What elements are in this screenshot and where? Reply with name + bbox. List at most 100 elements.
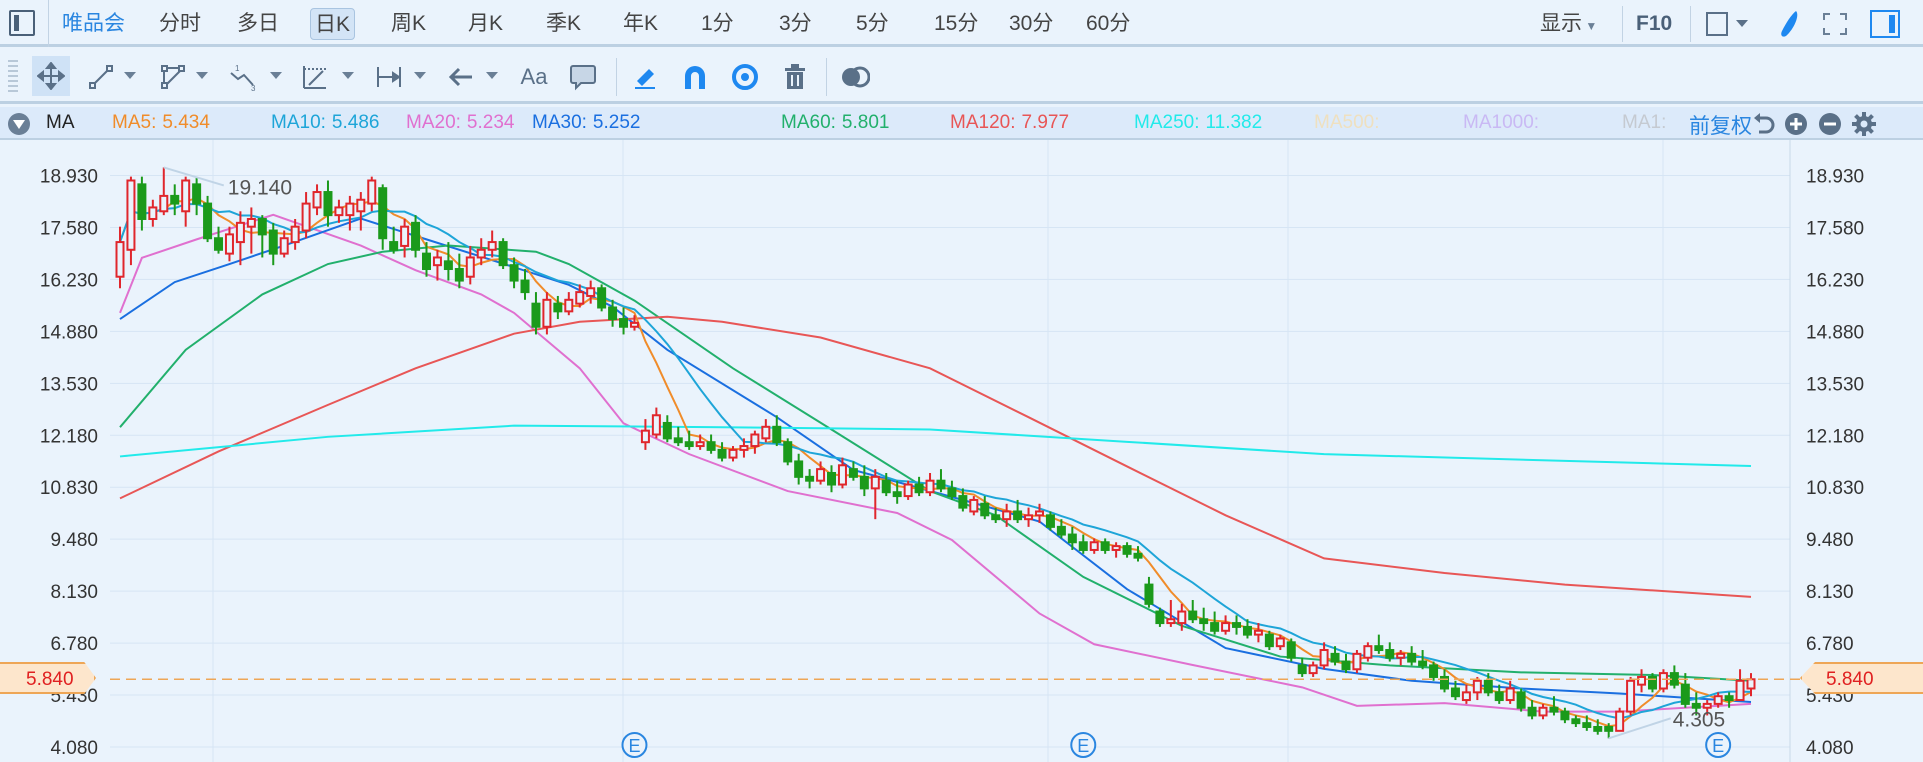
display-menu-button[interactable]: 显示 ▼ bbox=[1536, 8, 1601, 40]
candle-body bbox=[345, 202, 355, 217]
side-panel-toggle-icon[interactable] bbox=[1870, 10, 1900, 38]
ma-legend-item[interactable]: MA1: bbox=[1622, 112, 1672, 134]
candle-body bbox=[958, 495, 968, 509]
ma-legend-item[interactable]: MA30: 5.252 bbox=[532, 112, 640, 134]
settings-gear-icon[interactable] bbox=[1852, 112, 1876, 136]
layout-square-icon[interactable] bbox=[1706, 12, 1728, 36]
chevron-down-icon[interactable] bbox=[342, 72, 354, 79]
period-tab[interactable]: 日K bbox=[310, 8, 356, 40]
candle-body bbox=[1056, 525, 1066, 536]
toolbar-grip-icon[interactable] bbox=[8, 60, 18, 94]
line-tool-icon[interactable] bbox=[86, 62, 116, 92]
candle-body bbox=[1494, 691, 1504, 702]
text-tool-icon[interactable]: Aa bbox=[516, 62, 552, 92]
period-tab[interactable]: 季K bbox=[542, 8, 585, 40]
current-price-tag-left: 5.840 bbox=[0, 662, 96, 694]
candle-body bbox=[224, 233, 234, 255]
magnet-icon[interactable] bbox=[680, 62, 710, 92]
fullscreen-icon[interactable] bbox=[1822, 12, 1848, 36]
candle-down bbox=[662, 415, 672, 443]
candle-body bbox=[1264, 633, 1274, 648]
period-tab[interactable]: 5分 bbox=[852, 8, 893, 40]
svg-text:3: 3 bbox=[251, 84, 256, 91]
price-adjust-button[interactable]: 前复权 bbox=[1689, 110, 1752, 140]
f10-button[interactable]: F10 bbox=[1632, 8, 1676, 40]
ma-legend-item[interactable]: MA60: 5.801 bbox=[781, 112, 889, 134]
candle-body bbox=[1166, 618, 1176, 625]
candle-body bbox=[1735, 679, 1745, 702]
candle-body bbox=[794, 460, 804, 478]
comment-tool-icon[interactable] bbox=[568, 62, 598, 92]
y-tick-label-right: 9.480 bbox=[1806, 530, 1854, 551]
period-tab[interactable]: 分时 bbox=[155, 8, 205, 40]
divider bbox=[616, 58, 617, 96]
candle-body bbox=[717, 448, 727, 459]
trash-icon[interactable] bbox=[780, 62, 810, 92]
measure-tool-icon[interactable] bbox=[374, 62, 404, 92]
ma-legend-item[interactable]: MA20: 5.234 bbox=[406, 112, 514, 134]
zoom-in-icon[interactable] bbox=[1784, 112, 1808, 136]
chevron-down-icon[interactable] bbox=[486, 72, 498, 79]
period-tab[interactable]: 月K bbox=[464, 8, 507, 40]
chevron-down-icon[interactable] bbox=[124, 72, 136, 79]
ma-label: MA1: bbox=[1622, 112, 1667, 133]
candle-body bbox=[1341, 660, 1351, 671]
period-tab[interactable]: 60分 bbox=[1082, 8, 1134, 40]
candle-body bbox=[181, 179, 191, 213]
ma-legend-item[interactable]: MA250: 11.382 bbox=[1134, 112, 1262, 134]
candle-down bbox=[1122, 542, 1132, 558]
candle-body bbox=[1363, 645, 1373, 659]
period-tab[interactable]: 30分 bbox=[1005, 8, 1057, 40]
event-marker[interactable]: E bbox=[1070, 732, 1097, 758]
move-tool-icon[interactable] bbox=[32, 56, 70, 96]
ma-label: MA30: bbox=[532, 112, 587, 133]
brush-icon[interactable] bbox=[1776, 9, 1802, 39]
sidebar-toggle-icon[interactable] bbox=[9, 10, 35, 36]
candle-body bbox=[1286, 641, 1296, 659]
zoom-out-icon[interactable] bbox=[1818, 112, 1842, 136]
candle-body bbox=[1089, 541, 1099, 551]
ma-legend-item[interactable]: MA5: 5.434 bbox=[112, 112, 210, 134]
period-tab[interactable]: 15分 bbox=[930, 8, 982, 40]
candlestick-chart[interactable]: 18.930 18.930 17.580 17.580 16.230 16.230 14.8… bbox=[0, 140, 1923, 762]
candle-body bbox=[1549, 706, 1559, 713]
period-tab[interactable]: 多日 bbox=[233, 8, 283, 40]
visibility-icon[interactable] bbox=[730, 62, 760, 92]
candle-body bbox=[608, 306, 618, 321]
chevron-down-icon[interactable] bbox=[1736, 20, 1748, 27]
candle-body bbox=[1429, 664, 1439, 678]
chevron-down-icon[interactable] bbox=[414, 72, 426, 79]
ma-legend-item[interactable]: MA500: bbox=[1314, 112, 1385, 134]
candle-down bbox=[137, 176, 147, 231]
candle-up bbox=[925, 472, 935, 497]
channel-tool-icon[interactable] bbox=[300, 62, 330, 92]
chevron-down-icon[interactable] bbox=[196, 72, 208, 79]
indicator-dropdown-icon[interactable] bbox=[8, 113, 30, 135]
period-tab[interactable]: 1分 bbox=[697, 8, 738, 40]
period-tab[interactable]: 3分 bbox=[775, 8, 816, 40]
ma-legend-item[interactable]: MA10: 5.486 bbox=[271, 112, 379, 134]
event-marker[interactable]: E bbox=[1705, 732, 1732, 758]
ma-label: MA5: bbox=[112, 112, 157, 133]
candle-body bbox=[1100, 541, 1110, 551]
candle-body bbox=[1658, 672, 1668, 690]
y-tick-label-left: 8.130 bbox=[50, 582, 98, 603]
period-tab[interactable]: 周K bbox=[387, 8, 430, 40]
undo-icon[interactable] bbox=[1752, 112, 1776, 136]
ma-legend-item[interactable]: MA120: 7.977 bbox=[950, 112, 1069, 134]
candle-down bbox=[1571, 715, 1581, 727]
event-marker[interactable]: E bbox=[621, 732, 648, 758]
polyline-tool-icon[interactable] bbox=[158, 62, 188, 92]
candle-body bbox=[1604, 725, 1614, 732]
candle-down bbox=[1680, 673, 1690, 708]
wave-tool-icon[interactable]: 13 bbox=[228, 62, 258, 92]
arrow-tool-icon[interactable] bbox=[446, 62, 476, 92]
chevron-down-icon[interactable] bbox=[270, 72, 282, 79]
eraser-icon[interactable] bbox=[630, 62, 660, 92]
compare-overlay-icon[interactable] bbox=[840, 62, 870, 92]
candle-up bbox=[1002, 503, 1012, 527]
candle-body bbox=[564, 298, 574, 313]
ma-legend-item[interactable]: MA1000: bbox=[1463, 112, 1545, 134]
stock-name[interactable]: 唯品会 bbox=[58, 8, 129, 40]
period-tab[interactable]: 年K bbox=[619, 8, 662, 40]
